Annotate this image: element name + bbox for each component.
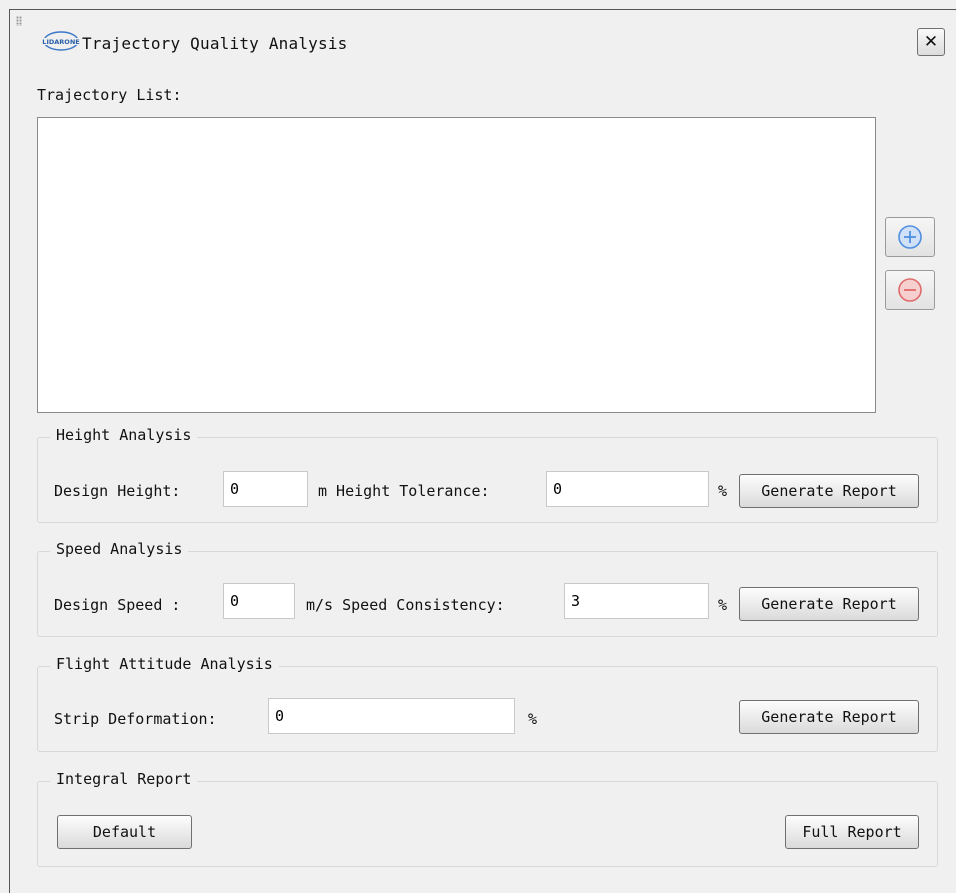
remove-trajectory-button[interactable] [885, 270, 935, 310]
default-button[interactable]: Default [57, 815, 192, 849]
trajectory-list[interactable] [37, 117, 876, 413]
window-title: Trajectory Quality Analysis [82, 34, 348, 53]
height-generate-report-button[interactable]: Generate Report [739, 474, 919, 508]
speed-consistency-input[interactable] [564, 583, 709, 619]
height-tolerance-label: m Height Tolerance: [318, 482, 490, 500]
close-icon: ✕ [923, 32, 939, 52]
svg-text:LIDARONE: LIDARONE [42, 38, 79, 46]
minus-circle-icon [898, 278, 922, 302]
design-height-input[interactable] [223, 471, 308, 507]
close-button[interactable]: ✕ [917, 28, 945, 56]
full-report-button[interactable]: Full Report [785, 815, 919, 849]
plus-circle-icon [898, 225, 922, 249]
speed-generate-report-button[interactable]: Generate Report [739, 587, 919, 621]
speed-analysis-title: Speed Analysis [50, 540, 189, 558]
design-speed-input[interactable] [223, 583, 295, 619]
speed-consistency-label: m/s Speed Consistency: [306, 596, 505, 614]
add-trajectory-button[interactable] [885, 217, 935, 257]
strip-deformation-label: Strip Deformation: [54, 710, 217, 728]
height-tolerance-input[interactable] [546, 471, 709, 507]
integral-report-title: Integral Report [50, 770, 198, 788]
attitude-generate-report-button[interactable]: Generate Report [739, 700, 919, 734]
height-analysis-title: Height Analysis [50, 426, 198, 444]
drag-grip-icon[interactable] [16, 16, 22, 26]
trajectory-list-label: Trajectory List: [37, 86, 182, 104]
design-height-label: Design Height: [54, 482, 181, 500]
strip-deformation-input[interactable] [268, 698, 515, 734]
attitude-analysis-title: Flight Attitude Analysis [50, 655, 279, 673]
speed-consistency-percent: % [718, 596, 728, 614]
app-logo: LIDARONE [42, 31, 80, 51]
strip-deformation-percent: % [528, 710, 538, 728]
height-tolerance-percent: % [718, 482, 728, 500]
design-speed-label: Design Speed : [54, 596, 181, 614]
